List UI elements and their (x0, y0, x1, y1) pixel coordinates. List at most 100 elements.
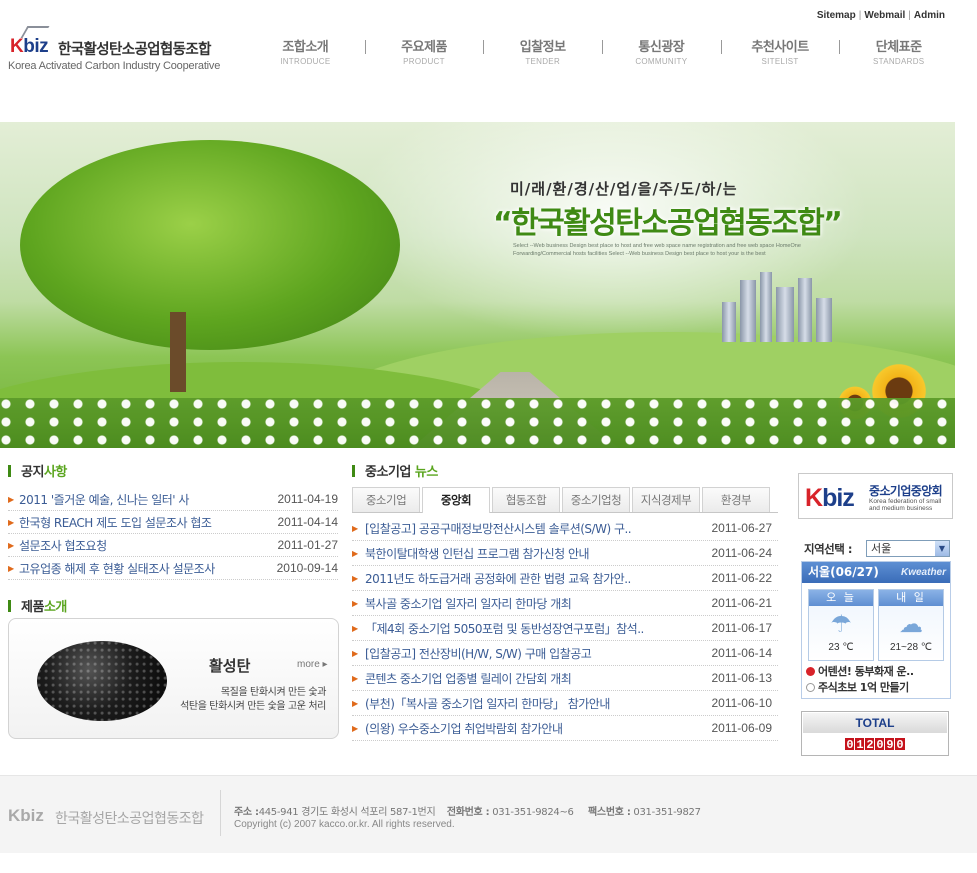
tree-crown (20, 140, 400, 350)
notice-title[interactable]: 2011 '즐거운 예술, 신나는 일터' 사 (19, 491, 274, 508)
logo-english-name: Korea Activated Carbon Industry Cooperat… (8, 60, 221, 72)
ticker-item[interactable]: 어텐션! 동부화재 운.. (806, 664, 946, 680)
bullet-arrow-icon: ▶ (352, 598, 359, 608)
news-title[interactable]: [입찰공고] 전산장비(H/W, S/W) 구매 입찰공고 (365, 645, 706, 662)
list-item[interactable]: ▶ 「제4회 중소기업 5050포럼 및 동반성장연구포럼」참석.. 2011-06… (352, 616, 778, 641)
nav-sublabel: COMMUNITY (635, 57, 688, 66)
kbiz-banner-link[interactable]: Kbiz 중소기업중앙회 Korea federation of small a… (798, 473, 953, 519)
nav-sublabel: INTRODUCE (280, 57, 331, 66)
news-title[interactable]: 복사골 중소기업 일자리 일자리 한마당 개최 (365, 595, 706, 612)
news-date: 2011-06-27 (711, 521, 773, 535)
section-title-text: 공지 (21, 465, 44, 480)
kbiz-english-name: Korea federation of small and medium bus… (869, 498, 942, 512)
tab-central-federation[interactable]: 중앙회 (422, 487, 490, 513)
webmail-link[interactable]: Webmail (864, 10, 905, 21)
news-date: 2011-06-10 (711, 696, 773, 710)
hero-slogan-main: “한국활성탄소공업협동조합” (493, 206, 843, 241)
main-navigation: 조합소개 INTRODUCE 주요제품 PRODUCT 입찰정보 TENDER 통신광… (246, 36, 958, 66)
news-tabs: 중소기업 중앙회 협동조합 중소기업청 지식경제부 환경부 (352, 487, 778, 513)
bullet-arrow-icon: ▶ (352, 523, 359, 533)
nav-community[interactable]: 통신광장 COMMUNITY (602, 36, 721, 66)
list-item[interactable]: ▶ (부천)「복사골 중소기업 일자리 한마당」 참가안내 2011-06-10 (352, 691, 778, 716)
top-utility-links: Sitemap | Webmail | Admin (817, 10, 945, 21)
notice-section-title[interactable]: 공지사항 (8, 461, 67, 480)
weather-tomorrow-card: 내 일 ☁ 21~28 ℃ (878, 589, 944, 661)
umbrella-rain-icon: ☂ (830, 610, 852, 638)
weather-widget: 서울(06/27) Kweather 오 늘 ☂ 23 ℃ 내 일 ☁ 21~2… (801, 561, 951, 699)
notice-list: ▶ 2011 '즐거운 예술, 신나는 일터' 사 2011-04-19 ▶ 한국형 … (8, 488, 338, 580)
chevron-down-icon[interactable]: ▼ (935, 541, 949, 556)
weather-brand[interactable]: Kweather (901, 562, 946, 583)
news-date: 2011-06-14 (711, 646, 773, 660)
list-item[interactable]: ▶ 한국형 REACH 제도 도입 설문조사 협조 2011-04-14 (8, 511, 338, 534)
weather-temp: 21~28 ℃ (889, 642, 933, 653)
tab-smba[interactable]: 중소기업청 (562, 487, 630, 512)
nav-product[interactable]: 주요제품 PRODUCT (364, 36, 484, 66)
site-logo[interactable]: Kbiz 한국활성탄소공업협동조합 Korea Activated Carbon… (8, 26, 223, 76)
news-date: 2011-06-21 (711, 596, 773, 610)
list-item[interactable]: ▶ 콘텐츠 중소기업 업종별 릴레이 간담회 개최 2011-06-13 (352, 666, 778, 691)
list-item[interactable]: ▶ [입찰공고] 공공구매정보망전산시스템 솔루션(S/W) 구.. 2011-06… (352, 516, 778, 541)
product-showcase[interactable]: 활성탄 more ▸ 목질을 탄화시켜 만든 숯과 석탄을 탄화시켜 만든 숯을… (8, 618, 339, 739)
list-item[interactable]: ▶ [입찰공고] 전산장비(H/W, S/W) 구매 입찰공고 2011-06-14 (352, 641, 778, 666)
nav-sitelist[interactable]: 추천사이트 SITELIST (720, 36, 840, 66)
list-item[interactable]: ▶ (의왕) 우수중소기업 취업박람회 참가안내 2011-06-09 (352, 716, 778, 741)
region-selected-value: 서울 (871, 542, 892, 555)
news-date: 2011-06-09 (711, 721, 773, 735)
sitemap-link[interactable]: Sitemap (817, 10, 856, 21)
nav-standards[interactable]: 단체표준 STANDARDS (839, 36, 958, 66)
notice-title[interactable]: 설문조사 협조요청 (19, 537, 274, 554)
more-link[interactable]: more ▸ (297, 659, 328, 670)
visitor-counter: TOTAL 012090 (801, 711, 949, 756)
product-section-title[interactable]: 제품소개 (8, 596, 67, 615)
section-title-highlight: 소개 (43, 600, 67, 615)
admin-link[interactable]: Admin (914, 10, 945, 21)
news-title[interactable]: [입찰공고] 공공구매정보망전산시스템 솔루션(S/W) 구.. (365, 520, 706, 537)
nav-label: 통신광장 (638, 40, 685, 55)
list-item[interactable]: ▶ 고유업종 해제 후 현황 실태조사 설문조사 2010-09-14 (8, 557, 338, 580)
nav-tender[interactable]: 입찰정보 TENDER (483, 36, 602, 66)
tab-cooperative[interactable]: 협동조합 (492, 487, 560, 512)
nav-label: 주요제품 (401, 40, 447, 55)
news-section-title[interactable]: 중소기업 뉴스 (352, 461, 438, 480)
divider: | (908, 10, 911, 21)
bullet-arrow-icon: ▶ (352, 573, 359, 583)
list-item[interactable]: ▶ 2011년도 하도급거래 공정화에 관한 법령 교육 참가안.. 2011-06… (352, 566, 778, 591)
ticker-item[interactable]: 주식초보 1억 만들기 (806, 680, 946, 696)
list-item[interactable]: ▶ 2011 '즐거운 예술, 신나는 일터' 사 2011-04-19 (8, 488, 338, 511)
nav-introduce[interactable]: 조합소개 INTRODUCE (246, 36, 365, 66)
notice-title[interactable]: 고유업종 해제 후 현황 실태조사 설문조사 (19, 560, 274, 577)
logo-mark: Kbiz (10, 36, 49, 57)
hero-banner: 미/래/환/경/산/업/을/주/도/하/는 “한국활성탄소공업협동조합” Sel… (0, 122, 955, 448)
hero-slogan-top: 미/래/환/경/산/업/을/주/도/하/는 (510, 180, 738, 198)
news-title[interactable]: (부천)「복사골 중소기업 일자리 한마당」 참가안내 (365, 695, 706, 712)
list-item[interactable]: ▶ 설문조사 협조요청 2011-01-27 (8, 534, 338, 557)
news-list: ▶ [입찰공고] 공공구매정보망전산시스템 솔루션(S/W) 구.. 2011-06… (352, 516, 778, 741)
weather-location-date: 서울(06/27) (808, 565, 879, 579)
notice-date: 2010-09-14 (276, 561, 338, 575)
news-date: 2011-06-17 (711, 621, 773, 635)
kbiz-korean-name: 중소기업중앙회 (869, 484, 943, 498)
news-title[interactable]: (의왕) 우수중소기업 취업박람회 참가안내 (365, 720, 706, 737)
weather-day-label: 오 늘 (809, 590, 873, 606)
news-date: 2011-06-24 (711, 546, 773, 560)
tab-mke[interactable]: 지식경제부 (632, 487, 700, 512)
news-date: 2011-06-13 (711, 671, 773, 685)
cloudy-icon: ☁ (899, 610, 923, 638)
news-title[interactable]: 2011년도 하도급거래 공정화에 관한 법령 교육 참가안.. (365, 570, 706, 587)
tab-environment[interactable]: 환경부 (702, 487, 770, 512)
nav-label: 추천사이트 (751, 40, 809, 55)
activated-carbon-image (37, 641, 167, 721)
bullet-dot-icon (806, 667, 815, 676)
list-item[interactable]: ▶ 북한이탈대학생 인턴십 프로그램 참가신청 안내 2011-06-24 (352, 541, 778, 566)
notice-title[interactable]: 한국형 REACH 제도 도입 설문조사 협조 (19, 514, 274, 531)
tab-sme[interactable]: 중소기업 (352, 487, 420, 512)
news-title[interactable]: 콘텐츠 중소기업 업종별 릴레이 간담회 개최 (365, 670, 706, 687)
region-select[interactable]: 서울 ▼ (866, 540, 950, 557)
news-title[interactable]: 「제4회 중소기업 5050포럼 및 동반성장연구포럼」참석.. (365, 620, 706, 637)
daisy-field (0, 398, 955, 448)
footer-copyright: Copyright (c) 2007 kacco.or.kr. All righ… (234, 819, 455, 830)
footer-org-name: 한국활성탄소공업협동조합 (55, 811, 204, 827)
list-item[interactable]: ▶ 복사골 중소기업 일자리 일자리 한마당 개최 2011-06-21 (352, 591, 778, 616)
news-title[interactable]: 북한이탈대학생 인턴십 프로그램 참가신청 안내 (365, 545, 706, 562)
